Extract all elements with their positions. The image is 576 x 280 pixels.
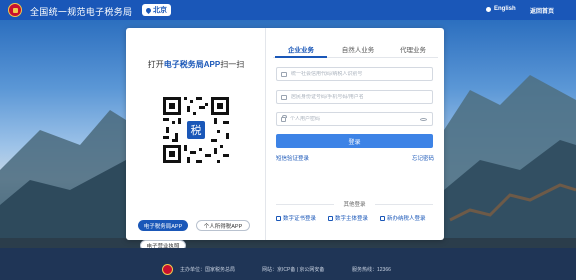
home-link[interactable]: 返回首页 <box>530 6 554 15</box>
language-switch[interactable]: English <box>486 6 516 12</box>
login-tabs: 企业业务 自然人业务 代理业务 <box>273 44 438 58</box>
scan-title: 打开电子税务局APP扫一扫 <box>126 59 266 70</box>
region-selector[interactable]: 北京 <box>142 4 171 16</box>
footer-host: 主办单位：国家税务总局 <box>180 267 236 273</box>
qr-code: 税 <box>160 94 232 166</box>
digital-id-login[interactable]: 数字主体登录 <box>328 214 368 222</box>
footer-icp[interactable]: 网站：京ICP备 | 京公网安备 <box>262 266 324 273</box>
footer-emblem-icon <box>162 264 173 275</box>
id-input[interactable] <box>291 94 432 100</box>
building-icon <box>281 71 287 77</box>
page-footer <box>0 248 576 280</box>
scan-title-suffix: 扫一扫 <box>220 60 245 69</box>
active-tab-indicator <box>275 56 327 58</box>
id-field[interactable] <box>276 90 433 104</box>
password-field[interactable] <box>276 112 433 126</box>
digital-id-login-label: 数字主体登录 <box>335 216 369 222</box>
scan-title-prefix: 打开 <box>147 60 164 69</box>
national-emblem-icon <box>8 3 22 17</box>
login-card: 打开电子税务局APP扫一扫 税 电子税务局APP 个人所得税APP 电子营业执照 <box>126 28 444 251</box>
divider-right <box>375 204 433 205</box>
tab-agent[interactable]: 代理业务 <box>389 44 437 58</box>
certificate-icon <box>276 215 281 221</box>
new-taxpayer-login-label: 新办纳税人登录 <box>387 216 426 222</box>
lock-icon <box>281 114 287 122</box>
qr-login-panel: 打开电子税务局APP扫一扫 税 电子税务局APP 个人所得税APP 电子营业执照 <box>126 28 266 251</box>
other-login-divider: 其他登录 <box>276 200 433 208</box>
new-taxpayer-login[interactable]: 新办纳税人登录 <box>380 214 426 222</box>
show-password-icon[interactable] <box>420 118 427 121</box>
certificate-login-label: 数字证书登录 <box>283 216 317 222</box>
svg-text:税: 税 <box>191 123 202 137</box>
region-label: 北京 <box>153 7 167 14</box>
language-label: English <box>494 6 516 12</box>
id-card-icon <box>281 94 287 100</box>
forgot-password-link[interactable]: 忘记密码 <box>412 154 434 162</box>
top-header: 全国统一规范电子税务局 北京 English 返回首页 <box>0 0 576 20</box>
sms-login-link[interactable]: 短信验证登录 <box>276 154 309 162</box>
certificate-login[interactable]: 数字证书登录 <box>276 214 316 222</box>
scan-title-app: 电子税务局APP <box>163 60 221 69</box>
site-title: 全国统一规范电子税务局 <box>30 7 133 17</box>
pill-etax-app[interactable]: 电子税务局APP <box>138 220 188 231</box>
new-taxpayer-icon <box>380 215 385 221</box>
digital-id-icon <box>328 215 333 221</box>
login-button[interactable]: 登录 <box>276 134 433 148</box>
credit-code-input[interactable] <box>291 71 432 77</box>
tab-individual[interactable]: 自然人业务 <box>331 44 385 58</box>
user-icon <box>486 6 491 12</box>
account-login-panel: 企业业务 自然人业务 代理业务 登录 短信验证登录 忘记密码 其他登录 <box>267 28 444 240</box>
footer-hotline: 服务热线：12366 <box>352 267 391 273</box>
pill-iit-app[interactable]: 个人所得税APP <box>196 220 250 231</box>
credit-code-field[interactable] <box>276 67 433 81</box>
location-pin-icon <box>144 6 153 14</box>
password-input[interactable] <box>290 116 432 122</box>
